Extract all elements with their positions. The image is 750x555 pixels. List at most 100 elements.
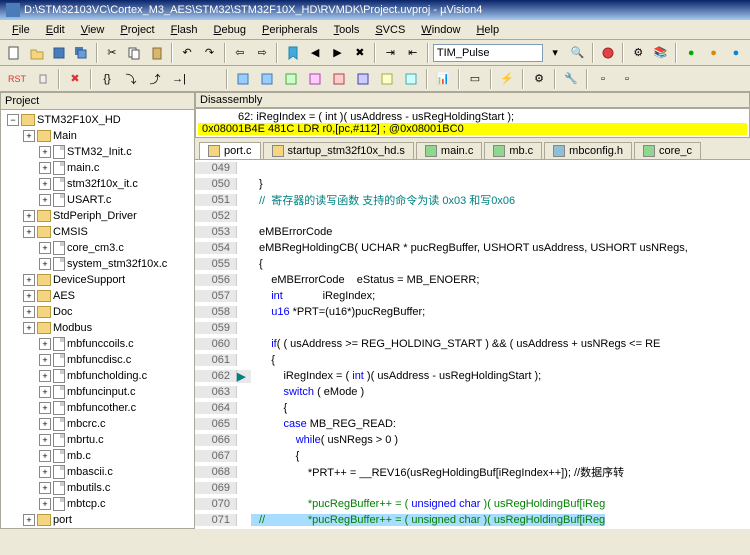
code-line[interactable]: 050} — [195, 176, 750, 192]
disassembly-view[interactable]: 62: iRegIndex = ( int )( usAddress - usR… — [195, 108, 750, 138]
code-line[interactable]: 067 { — [195, 448, 750, 464]
menu-view[interactable]: View — [73, 22, 113, 38]
code-line[interactable]: 064 { — [195, 400, 750, 416]
code-line[interactable]: 066 while( usNRegs > 0 ) — [195, 432, 750, 448]
tree-item[interactable]: +mbfuncholding.c — [3, 368, 192, 384]
analyzer-icon[interactable]: 📊 — [432, 68, 454, 90]
tree-item[interactable]: +DeviceSupport — [3, 272, 192, 288]
tree-item[interactable]: +Doc — [3, 304, 192, 320]
extra1-icon[interactable]: ▫ — [592, 68, 614, 90]
tab-mbconfig-h[interactable]: mbconfig.h — [544, 142, 632, 159]
expand-icon[interactable]: + — [23, 210, 35, 222]
nav-back-icon[interactable]: ⇦ — [230, 42, 250, 64]
tab-mb-c[interactable]: mb.c — [484, 142, 542, 159]
code-line[interactable]: 058 u16 *PRT=(u16*)pucRegBuffer; — [195, 304, 750, 320]
win3-icon[interactable] — [280, 68, 302, 90]
code-line[interactable]: 071// *pucRegBuffer++ = ( unsigned char … — [195, 512, 750, 528]
bookmark-prev-icon[interactable]: ◀ — [305, 42, 325, 64]
code-line[interactable]: 056 eMBErrorCode eStatus = MB_ENOERR; — [195, 272, 750, 288]
code-editor[interactable]: 049050}051// 寄存器的读写函数 支持的命令为读 0x03 和写0x0… — [195, 160, 750, 529]
expand-icon[interactable]: + — [23, 514, 35, 526]
expand-icon[interactable]: + — [39, 370, 51, 382]
menu-help[interactable]: Help — [468, 22, 507, 38]
tree-item[interactable]: +AES — [3, 288, 192, 304]
bookmark-clear-icon[interactable]: ✖ — [350, 42, 370, 64]
save-icon[interactable] — [49, 42, 69, 64]
run-icon[interactable] — [32, 68, 54, 90]
expand-icon[interactable]: + — [39, 434, 51, 446]
stop-icon[interactable]: ✖ — [64, 68, 86, 90]
code-line[interactable]: 054eMBRegHoldingCB( UCHAR * pucRegBuffer… — [195, 240, 750, 256]
copy-icon[interactable] — [124, 42, 144, 64]
code-line[interactable]: 061 { — [195, 352, 750, 368]
tree-item[interactable]: +mbfunccoils.c — [3, 336, 192, 352]
expand-icon[interactable]: + — [39, 354, 51, 366]
tool-c-icon[interactable]: ● — [726, 42, 746, 64]
redo-icon[interactable]: ↷ — [199, 42, 219, 64]
find-icon[interactable]: 🔍 — [567, 42, 587, 64]
expand-icon[interactable]: + — [39, 402, 51, 414]
expand-icon[interactable]: + — [23, 130, 35, 142]
menu-peripherals[interactable]: Peripherals — [254, 22, 326, 38]
tree-item[interactable]: +STM32_Init.c — [3, 144, 192, 160]
code-line[interactable]: 072 iRegIndex++; — [195, 528, 750, 529]
code-line[interactable]: 049 — [195, 160, 750, 176]
expand-icon[interactable]: + — [39, 258, 51, 270]
menu-tools[interactable]: Tools — [326, 22, 368, 38]
project-tree[interactable]: − STM32F10X_HD +Main+STM32_Init.c+main.c +s… — [1, 110, 194, 528]
tree-item[interactable]: +CMSIS — [3, 224, 192, 240]
debug-icon[interactable] — [598, 42, 618, 64]
bookmark-next-icon[interactable]: ▶ — [327, 42, 347, 64]
indent-icon[interactable]: ⇥ — [380, 42, 400, 64]
expand-icon[interactable]: + — [23, 322, 35, 334]
code-line[interactable]: 059 — [195, 320, 750, 336]
run-to-icon[interactable]: →| — [168, 68, 190, 90]
win7-icon[interactable] — [376, 68, 398, 90]
tree-item[interactable]: +main.c — [3, 160, 192, 176]
expand-icon[interactable]: + — [39, 338, 51, 350]
expand-icon[interactable]: + — [39, 178, 51, 190]
code-line[interactable]: 057 int iRegIndex; — [195, 288, 750, 304]
expand-icon[interactable]: + — [39, 466, 51, 478]
expand-icon[interactable]: − — [7, 114, 19, 126]
cut-icon[interactable]: ✂ — [102, 42, 122, 64]
code-line[interactable]: 065 case MB_REG_READ: — [195, 416, 750, 432]
code-line[interactable]: 053eMBErrorCode — [195, 224, 750, 240]
tree-item[interactable]: +Main — [3, 128, 192, 144]
extra2-icon[interactable]: ▫ — [616, 68, 638, 90]
win5-icon[interactable] — [328, 68, 350, 90]
code-line[interactable]: 063 switch ( eMode ) — [195, 384, 750, 400]
menu-flash[interactable]: Flash — [163, 22, 206, 38]
tab-startup_stm32f10x_hd-s[interactable]: startup_stm32f10x_hd.s — [263, 142, 414, 159]
expand-icon[interactable]: + — [39, 146, 51, 158]
tree-item[interactable]: +port — [3, 512, 192, 528]
sys-icon[interactable]: ⚙ — [528, 68, 550, 90]
tab-port-c[interactable]: port.c — [199, 142, 261, 159]
combo-dropdown-icon[interactable]: ▾ — [545, 42, 565, 64]
expand-icon[interactable]: + — [23, 306, 35, 318]
tree-item[interactable]: +USART.c — [3, 192, 192, 208]
tree-item[interactable]: +mbtcp.c — [3, 496, 192, 512]
expand-icon[interactable]: + — [39, 386, 51, 398]
tree-item[interactable]: +mbcrc.c — [3, 416, 192, 432]
open-icon[interactable] — [26, 42, 46, 64]
books-icon[interactable]: 📚 — [651, 42, 671, 64]
expand-icon[interactable]: + — [23, 274, 35, 286]
tree-root-label[interactable]: STM32F10X_HD — [37, 114, 121, 126]
code-line[interactable]: 069 — [195, 480, 750, 496]
nav-fwd-icon[interactable]: ⇨ — [252, 42, 272, 64]
tree-item[interactable]: +Modbus — [3, 320, 192, 336]
code-line[interactable]: 068 *PRT++ = __REV16(usRegHoldingBuf[iRe… — [195, 464, 750, 480]
menu-file[interactable]: File — [4, 22, 38, 38]
tree-item[interactable]: +mbfuncother.c — [3, 400, 192, 416]
tool-a-icon[interactable]: ● — [681, 42, 701, 64]
step-over-icon[interactable]: ⤵ — [120, 68, 142, 90]
code-line[interactable]: 060 if( ( usAddress >= REG_HOLDING_START… — [195, 336, 750, 352]
win1-icon[interactable] — [232, 68, 254, 90]
step-out-icon[interactable]: ⤴ — [144, 68, 166, 90]
tool-b-icon[interactable]: ● — [703, 42, 723, 64]
expand-icon[interactable]: + — [39, 450, 51, 462]
tree-item[interactable]: +system_stm32f10x.c — [3, 256, 192, 272]
expand-icon[interactable]: + — [39, 498, 51, 510]
expand-icon[interactable]: + — [39, 242, 51, 254]
